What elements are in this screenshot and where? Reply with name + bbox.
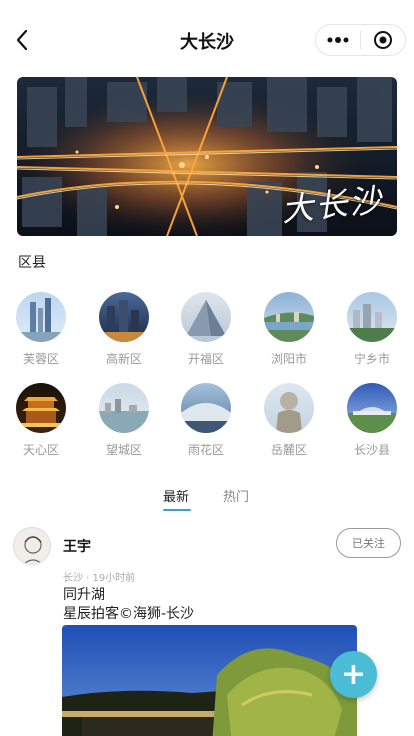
district-item[interactable]: 望城区 xyxy=(89,383,159,458)
active-tab-indicator xyxy=(163,509,191,511)
district-thumbnail xyxy=(347,383,397,433)
more-button[interactable] xyxy=(316,25,360,55)
district-name: 岳麓区 xyxy=(270,443,307,457)
district-item[interactable]: 芙蓉区 xyxy=(6,292,76,367)
tab-latest[interactable]: 最新 xyxy=(163,486,189,505)
district-item[interactable]: 高新区 xyxy=(89,292,159,367)
post-author[interactable]: 王宇 xyxy=(63,536,91,556)
district-thumbnail xyxy=(181,383,231,433)
section-label-districts: 区县 xyxy=(18,255,46,271)
district-thumbnail xyxy=(264,383,314,433)
post-caption: 星辰拍客©海狮-长沙 xyxy=(63,606,195,622)
district-item[interactable]: 岳麓区 xyxy=(254,383,324,458)
district-thumbnail xyxy=(99,292,149,342)
district-thumbnail xyxy=(99,383,149,433)
district-item[interactable]: 天心区 xyxy=(6,383,76,458)
district-item[interactable]: 雨花区 xyxy=(171,383,241,458)
page: 大长沙 大长沙 区县 芙蓉区 高新区 开福区 浏阳市 宁乡市 天心区 望城区 雨… xyxy=(0,0,414,736)
plus-icon: + xyxy=(340,656,367,692)
lakeside-night-photo xyxy=(62,625,357,736)
post-meta: 长沙 · 19小时前 xyxy=(63,573,136,584)
post-title: 同升湖 xyxy=(63,587,105,603)
district-thumbnail xyxy=(264,292,314,342)
tab-hot[interactable]: 热门 xyxy=(223,486,249,505)
target-close-icon xyxy=(374,31,392,49)
district-name: 雨花区 xyxy=(187,443,224,457)
district-name: 宁乡市 xyxy=(353,352,390,366)
close-button[interactable] xyxy=(361,25,405,55)
district-thumbnail xyxy=(347,292,397,342)
district-thumbnail xyxy=(181,292,231,342)
district-name: 望城区 xyxy=(105,443,142,457)
post-photo[interactable] xyxy=(62,625,357,736)
district-item[interactable]: 长沙县 xyxy=(337,383,407,458)
avatar[interactable] xyxy=(13,527,51,565)
district-item[interactable]: 开福区 xyxy=(171,292,241,367)
district-item[interactable]: 宁乡市 xyxy=(337,292,407,367)
mini-program-capsule xyxy=(315,24,406,56)
district-thumbnail xyxy=(16,292,66,342)
district-name: 芙蓉区 xyxy=(22,352,59,366)
district-name: 浏阳市 xyxy=(270,352,307,366)
district-item[interactable]: 浏阳市 xyxy=(254,292,324,367)
feed-tabs: 最新 热门 xyxy=(0,486,414,512)
user-portrait-icon xyxy=(14,528,50,564)
district-name: 开福区 xyxy=(187,352,224,366)
add-post-button[interactable]: + xyxy=(330,651,377,698)
follow-button[interactable]: 已关注 xyxy=(336,528,401,558)
district-name: 长沙县 xyxy=(353,443,390,457)
district-thumbnail xyxy=(16,383,66,433)
more-dots-icon xyxy=(327,37,349,43)
district-name: 天心区 xyxy=(22,443,59,457)
district-name: 高新区 xyxy=(105,352,142,366)
nav-bar: 大长沙 xyxy=(0,0,414,80)
city-banner[interactable]: 大长沙 xyxy=(17,77,397,236)
